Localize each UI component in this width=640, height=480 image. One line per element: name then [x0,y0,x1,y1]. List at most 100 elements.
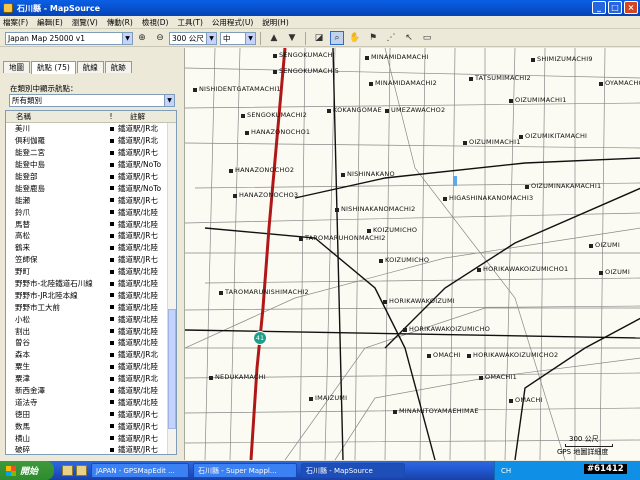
list-item[interactable]: 割出 鐵道駅/北陸 [6,325,176,337]
place-marker-icon[interactable] [385,109,389,113]
place-marker-icon[interactable] [443,197,447,201]
map-tool-icon[interactable]: ◪ [312,31,326,45]
list-item[interactable]: 俱利伽羅 鐵道駅/JR北 [6,135,176,147]
list-item[interactable]: 能登中島 鐵道駅/NoTo [6,159,176,171]
send-to-device-icon[interactable]: ▼ [285,31,299,45]
place-marker-icon[interactable] [309,397,313,401]
tab-waypoints[interactable]: 航點 (75) [31,61,76,74]
zoom-out-icon[interactable]: ⊖ [153,31,167,45]
place-marker-icon[interactable] [327,109,331,113]
list-item[interactable]: 横山 鐵道駅/JR七 [6,432,176,444]
place-marker-icon[interactable] [245,131,249,135]
list-item[interactable]: 鶴来 鐵道駅/北陸 [6,242,176,254]
place-marker-icon[interactable] [477,268,481,272]
menu-help[interactable]: 說明(H) [262,17,289,28]
place-marker-icon[interactable] [509,399,513,403]
hand-tool-icon[interactable]: ✋ [348,31,362,45]
place-marker-icon[interactable] [273,70,277,74]
waypoint-list[interactable]: 名稱 ! 註解 美川 鐵道駅/JR北 俱利伽羅 鐵道駅/JR北 能登二宮 鐵道駅/JR七能… [5,110,177,455]
list-item[interactable]: 野野市-JR北陸本線 鐵道駅/北陸 [6,289,176,301]
list-item[interactable]: 粟津 鐵道駅/JR北 [6,373,176,385]
place-marker-icon[interactable] [367,229,371,233]
list-item[interactable]: 数馬 鐵道駅/JR七 [6,420,176,432]
place-marker-icon[interactable] [531,58,535,62]
place-marker-icon[interactable] [233,194,237,198]
list-item[interactable]: 能登二宮 鐵道駅/JR七 [6,147,176,159]
place-marker-icon[interactable] [193,88,197,92]
place-marker-icon[interactable] [509,99,513,103]
place-marker-icon[interactable] [479,376,483,380]
receive-from-device-icon[interactable]: ▲ [267,31,281,45]
place-marker-icon[interactable] [273,54,277,58]
zoom-tool-icon[interactable]: ⌕ [330,31,344,45]
list-item[interactable]: 美川 鐵道駅/JR北 [6,123,176,135]
list-item[interactable]: 鈴爪 鐵道駅/北陸 [6,206,176,218]
list-item[interactable]: 能登部 鐵道駅/JR七 [6,171,176,183]
place-marker-icon[interactable] [427,354,431,358]
close-button[interactable]: × [624,1,638,14]
distance-tool-icon[interactable]: ▭ [420,31,434,45]
list-item[interactable]: 新西金澤 鐵道駅/北陸 [6,385,176,397]
maximize-button[interactable]: □ [608,1,622,14]
place-marker-icon[interactable] [403,328,407,332]
scale-select[interactable]: 300 公尺 ▼ [169,31,217,45]
list-item[interactable]: 曽谷 鐵道駅/北陸 [6,337,176,349]
menu-tools[interactable]: 工具(T) [177,17,202,28]
place-marker-icon[interactable] [525,185,529,189]
menu-display[interactable]: 檢視(D) [142,17,169,28]
place-marker-icon[interactable] [229,169,233,173]
start-button[interactable]: 開始 [0,461,54,480]
list-item[interactable]: 野野市工大前 鐵道駅/北陸 [6,301,176,313]
tab-routes[interactable]: 航線 [76,61,104,73]
map-view[interactable]: SENGOKUMACHI SENGOKUMACHI5 NISHIDENTGATAMA… [184,48,640,460]
column-flag[interactable]: ! [104,112,118,121]
list-item[interactable]: 能登鹿島 鐵道駅/NoTo [6,182,176,194]
list-item[interactable]: 小松 鐵道駅/北陸 [6,313,176,325]
place-marker-icon[interactable] [383,300,387,304]
list-item[interactable]: 森本 鐵道駅/JR北 [6,349,176,361]
place-marker-icon[interactable] [335,208,339,212]
place-marker-icon[interactable] [599,271,603,275]
list-scrollbar[interactable] [167,123,176,454]
menu-view[interactable]: 瀏覽(V) [72,17,98,28]
place-marker-icon[interactable] [299,237,303,241]
list-item[interactable]: 破碎 鐵道駅/JR七 [6,444,176,454]
place-marker-icon[interactable] [467,354,471,358]
route-tool-icon[interactable]: ⋰ [384,31,398,45]
taskbar-item-gpsmapedit[interactable]: JAPAN - GPSMapEdit ... [91,463,189,478]
menu-utilities[interactable]: 公用程式(U) [212,17,253,28]
place-marker-icon[interactable] [379,259,383,263]
place-marker-icon[interactable] [209,376,213,380]
place-marker-icon[interactable] [241,114,245,118]
list-item[interactable]: 馬替 鐵道駅/北陸 [6,218,176,230]
product-select[interactable]: Japan Map 25000 v1 ▼ [5,31,133,45]
place-marker-icon[interactable] [219,291,223,295]
list-item[interactable]: 野町 鐵道駅/北陸 [6,266,176,278]
place-marker-icon[interactable] [341,173,345,177]
category-filter-select[interactable]: 所有類別 ▼ [9,94,175,107]
place-marker-icon[interactable] [599,82,603,86]
column-comment[interactable]: 註解 [118,111,168,122]
scrollbar-thumb[interactable] [168,309,176,429]
place-marker-icon[interactable] [369,82,373,86]
menu-transfer[interactable]: 傳動(R) [107,17,133,28]
list-item[interactable]: 粟生 鐵道駅/北陸 [6,361,176,373]
place-marker-icon[interactable] [365,56,369,60]
menu-edit[interactable]: 編輯(E) [37,17,63,28]
tab-maps[interactable]: 地圖 [3,61,30,73]
language-indicator[interactable]: CH [501,467,511,475]
list-item[interactable]: 徳田 鐵道駅/JR七 [6,408,176,420]
list-item[interactable]: 高松 鐵道駅/JR七 [6,230,176,242]
list-item[interactable]: 能瀬 鐵道駅/JR七 [6,194,176,206]
menu-file[interactable]: 檔案(F) [3,17,28,28]
place-marker-icon[interactable] [589,244,593,248]
place-marker-icon[interactable] [469,77,473,81]
list-item[interactable]: 笠師保 鐵道駅/JR七 [6,254,176,266]
detail-select[interactable]: 中 ▼ [220,31,256,45]
tab-tracks[interactable]: 航跡 [104,61,132,73]
select-arrow-icon[interactable]: ↖ [402,31,416,45]
list-item[interactable]: 野野市-北陸鐵道石川線 鐵道駅/北陸 [6,278,176,290]
column-name[interactable]: 名稱 [6,111,104,122]
place-marker-icon[interactable] [393,410,397,414]
list-item[interactable]: 道法寺 鐵道駅/北陸 [6,396,176,408]
